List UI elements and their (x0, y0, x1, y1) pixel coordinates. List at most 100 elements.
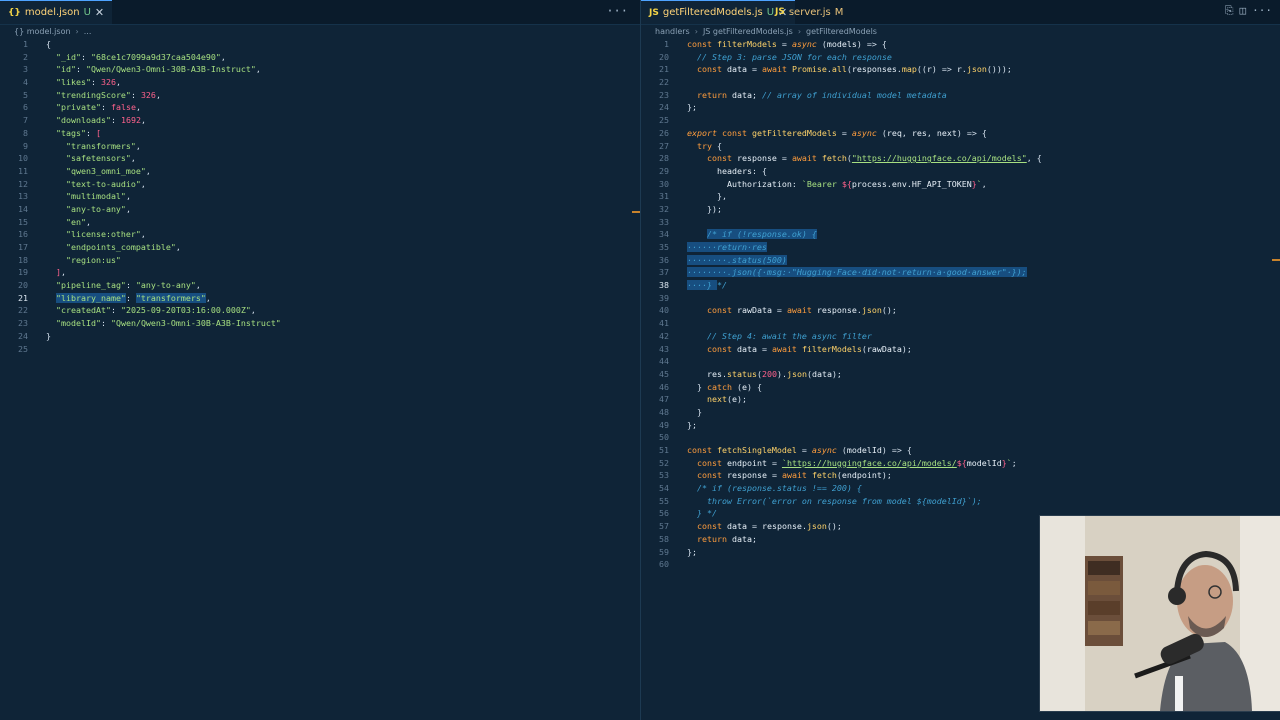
line-number: 32 (659, 203, 669, 214)
line-number: 18 (18, 254, 28, 265)
code-line[interactable]: 22 (641, 76, 1280, 89)
code-text: try { (697, 140, 722, 151)
code-line[interactable]: 18 "region:us" (0, 254, 640, 267)
code-text: export const getFilteredModels = async (… (687, 127, 987, 138)
code-line[interactable]: 19 ], (0, 266, 640, 279)
code-line[interactable]: 47 next(e); (641, 393, 1280, 406)
code-line[interactable]: 27 try { (641, 140, 1280, 153)
code-line[interactable]: 22 "createdAt": "2025-09-20T03:16:00.000… (0, 304, 640, 317)
code-line[interactable]: 21 "library_name": "transformers", (0, 292, 640, 305)
code-text: "multimodal", (65, 191, 131, 202)
code-line[interactable]: 1{ (0, 38, 640, 51)
line-number: 45 (659, 368, 669, 379)
line-number: 7 (23, 115, 28, 126)
code-line[interactable]: 21 const data = await Promise.all(respon… (641, 63, 1280, 76)
tab-server-js[interactable]: JS server.js M (767, 0, 851, 24)
code-line[interactable]: 15 "en", (0, 216, 640, 229)
split-editor-icon[interactable]: ◫ (1240, 4, 1247, 18)
code-line[interactable]: 42 // Step 4: await the async filter (641, 330, 1280, 343)
code-line[interactable]: 55 throw Error(`error on response from m… (641, 495, 1280, 508)
code-line[interactable]: 7 "downloads": 1692, (0, 114, 640, 127)
code-line[interactable]: 39 (641, 292, 1280, 305)
code-line[interactable]: 10 "safetensors", (0, 152, 640, 165)
code-line[interactable]: 46 } catch (e) { (641, 381, 1280, 394)
code-line[interactable]: 3 "id": "Qwen/Qwen3-Omni-30B-A3B-Instruc… (0, 63, 640, 76)
code-line[interactable]: 24}; (641, 101, 1280, 114)
more-actions-icon[interactable]: ··· (1252, 4, 1272, 18)
line-number: 14 (18, 203, 28, 214)
code-line[interactable]: 8 "tags": [ (0, 127, 640, 140)
code-line[interactable]: 25 (0, 343, 640, 356)
code-line[interactable]: 9 "transformers", (0, 140, 640, 153)
code-text: "text-to-audio", (65, 178, 146, 189)
code-line[interactable]: 34 /* if (!response.ok) { (641, 228, 1280, 241)
code-line[interactable]: 44 (641, 355, 1280, 368)
code-line[interactable]: 35 ······return·res (641, 241, 1280, 254)
code-line[interactable]: 23 "modelId": "Qwen/Qwen3-Omni-30B-A3B-I… (0, 317, 640, 330)
code-line[interactable]: 26 export const getFilteredModels = async… (641, 127, 1280, 140)
breadcrumb-item[interactable]: {} model.json (14, 27, 71, 36)
code-line[interactable]: 29 headers: { (641, 165, 1280, 178)
code-text: ····} */ (687, 280, 727, 291)
code-line[interactable]: 45 res.status(200).json(data); (641, 368, 1280, 381)
breadcrumb-item[interactable]: getFilteredModels (806, 27, 877, 36)
code-editor[interactable]: 1 const filterModels = async (models) => … (641, 38, 1280, 571)
code-line[interactable]: 33 (641, 216, 1280, 229)
breadcrumb-item[interactable]: ... (84, 27, 92, 36)
open-changes-icon[interactable]: ⎘ (1225, 4, 1234, 18)
code-line[interactable]: 11 "qwen3_omni_moe", (0, 165, 640, 178)
breadcrumb: {} model.json › ... (0, 25, 640, 38)
editor-actions: ⎘ ◫ ··· (1225, 4, 1272, 18)
close-icon[interactable]: ✕ (95, 6, 104, 19)
tab-label: server.js (788, 6, 831, 18)
code-line[interactable]: 51 const fetchSingleModel = async (modelI… (641, 444, 1280, 457)
more-actions-icon[interactable]: ··· (606, 4, 628, 18)
code-line[interactable]: 28 const response = await fetch("https:/… (641, 152, 1280, 165)
code-line[interactable]: 36 ········.status(500) (641, 254, 1280, 267)
code-editor[interactable]: 1{2 "_id": "68ce1c7099a9d37caa504e90", 3 … (0, 38, 640, 355)
line-number: 28 (659, 153, 669, 164)
code-line[interactable]: 16 "license:other", (0, 228, 640, 241)
code-line[interactable]: 23 return data; // array of individual m… (641, 89, 1280, 102)
code-line[interactable]: 5 "trendingScore": 326, (0, 89, 640, 102)
breadcrumb-item[interactable]: handlers (655, 27, 690, 36)
code-line[interactable]: 41 (641, 317, 1280, 330)
code-line[interactable]: 1 const filterModels = async (models) => … (641, 38, 1280, 51)
code-line[interactable]: 2 "_id": "68ce1c7099a9d37caa504e90", (0, 51, 640, 64)
code-text: "en", (65, 216, 91, 227)
code-line[interactable]: 31 }, (641, 190, 1280, 203)
code-line[interactable]: 43 const data = await filterModels(rawDa… (641, 343, 1280, 356)
code-text: const filterModels = async (models) => { (687, 39, 887, 49)
code-line[interactable]: 25 (641, 114, 1280, 127)
code-line[interactable]: 49}; (641, 419, 1280, 432)
code-line[interactable]: 32 }); (641, 203, 1280, 216)
js-file-icon: JS (649, 7, 659, 18)
code-line[interactable]: 50 (641, 431, 1280, 444)
line-number: 11 (18, 165, 28, 176)
code-line[interactable]: 40 const rawData = await response.json()… (641, 304, 1280, 317)
code-line[interactable]: 24} (0, 330, 640, 343)
tab-model-json[interactable]: {} model.json U ✕ (0, 0, 113, 24)
code-line[interactable]: 6 "private": false, (0, 101, 640, 114)
code-line[interactable]: 20 // Step 3: parse JSON for each respon… (641, 51, 1280, 64)
breadcrumb-item[interactable]: JS getFilteredModels.js (703, 27, 793, 36)
code-line[interactable]: 53 const response = await fetch(endpoint… (641, 469, 1280, 482)
code-text: "transformers", (65, 140, 141, 151)
code-line[interactable]: 38 ····} */ (641, 279, 1280, 292)
code-line[interactable]: 48 } (641, 406, 1280, 419)
line-number: 2 (23, 51, 28, 62)
line-number: 22 (659, 77, 669, 88)
code-line[interactable]: 4 "likes": 326, (0, 76, 640, 89)
code-line[interactable]: 37 ········.json({·msg:·"Hugging·Face·did… (641, 266, 1280, 279)
line-number: 25 (659, 115, 669, 126)
code-line[interactable]: 12 "text-to-audio", (0, 178, 640, 191)
code-text: Authorization: `Bearer ${process.env.HF_… (726, 178, 987, 189)
code-line[interactable]: 17 "endpoints_compatible", (0, 241, 640, 254)
code-line[interactable]: 13 "multimodal", (0, 190, 640, 203)
code-line[interactable]: 52 const endpoint = `https://huggingface… (641, 457, 1280, 470)
code-line[interactable]: 20 "pipeline_tag": "any-to-any", (0, 279, 640, 292)
code-line[interactable]: 54 /* if (response.status !== 200) { (641, 482, 1280, 495)
code-line[interactable]: 30 Authorization: `Bearer ${process.env.… (641, 178, 1280, 191)
left-editor-pane: {} model.json U ✕ ··· {} model.json › ..… (0, 0, 640, 720)
code-line[interactable]: 14 "any-to-any", (0, 203, 640, 216)
